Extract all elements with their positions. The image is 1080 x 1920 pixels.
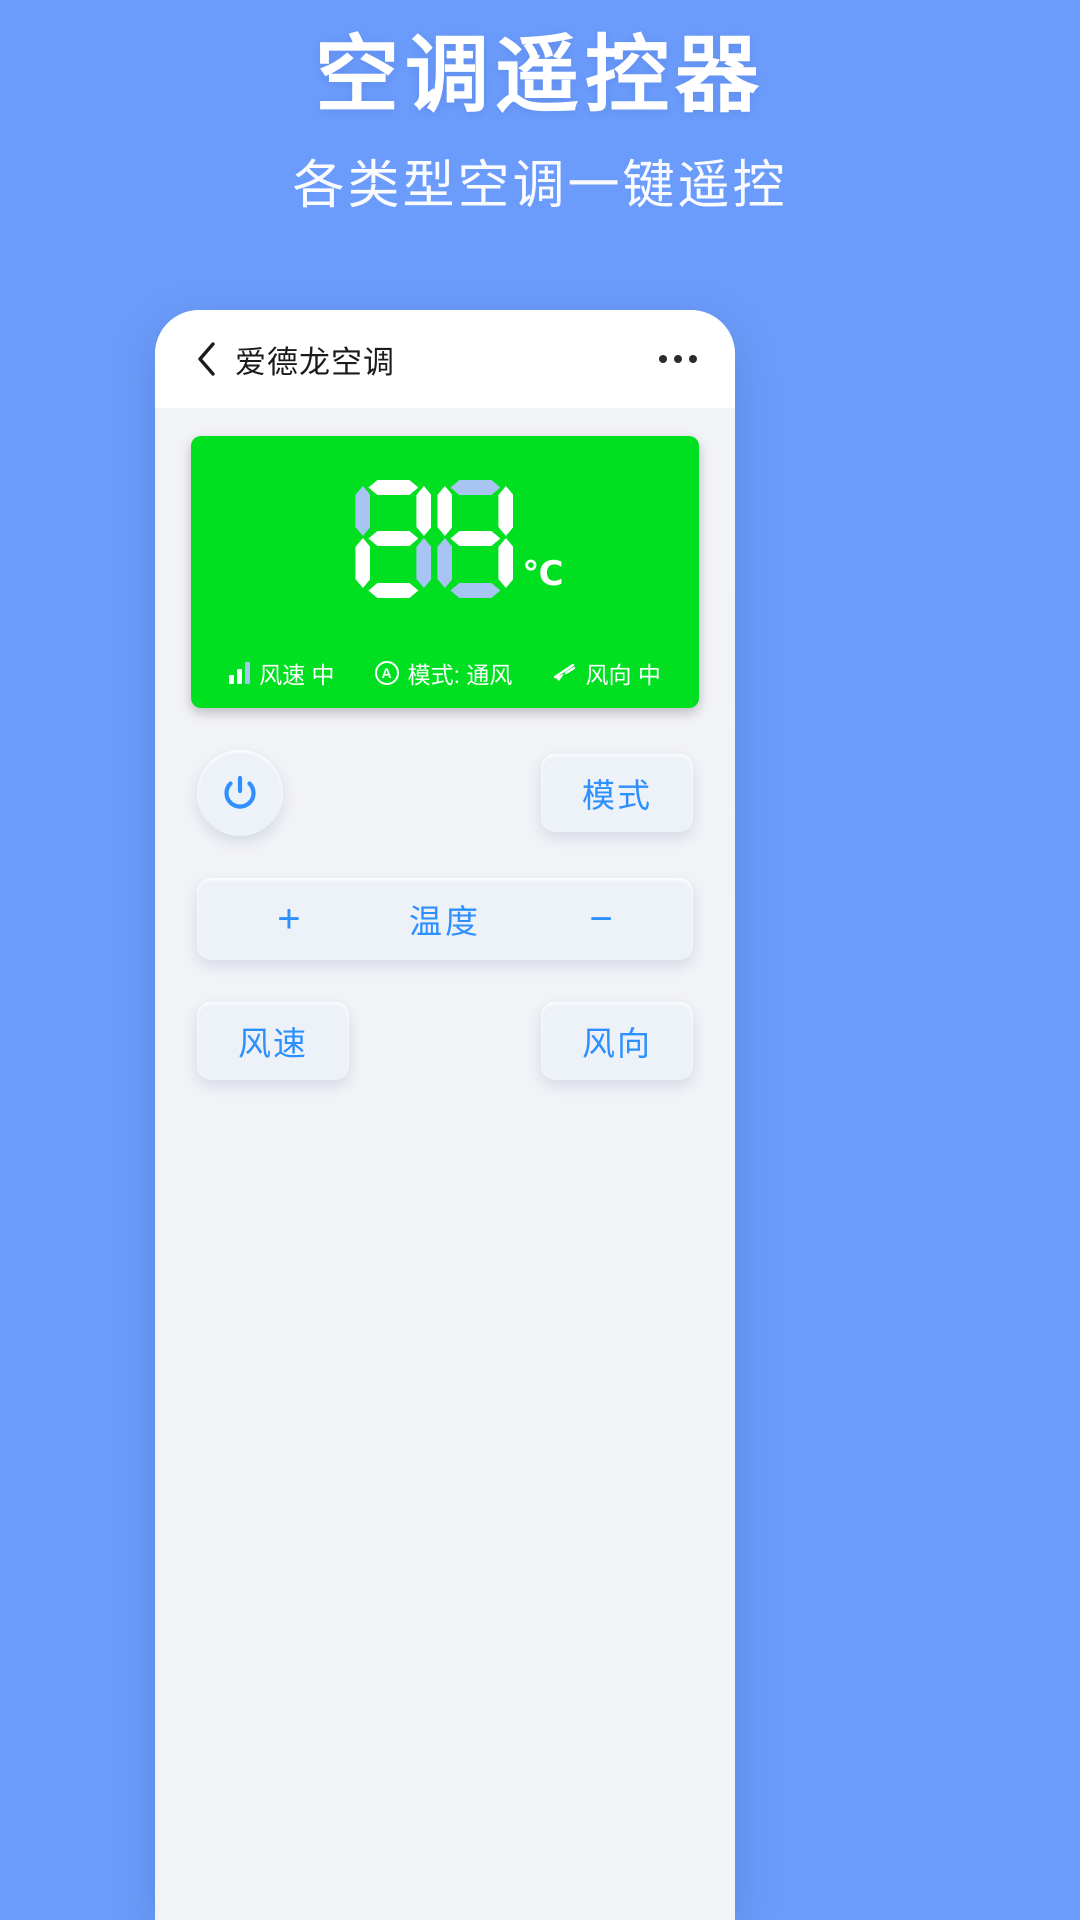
lcd-display: ℃ 风速 中 A 模式: 通风 风向 中 xyxy=(191,436,699,708)
seven-segment-digit xyxy=(355,480,431,598)
temperature-increase-button[interactable]: + xyxy=(277,897,300,942)
temperature-label: 温度 xyxy=(408,903,481,940)
swing-arrow-icon xyxy=(553,663,577,683)
lcd-status-bar: 风速 中 A 模式: 通风 风向 中 xyxy=(191,656,699,690)
seven-segment-digit xyxy=(437,480,513,598)
power-button[interactable] xyxy=(197,750,283,836)
chevron-left-icon[interactable] xyxy=(189,342,223,376)
temperature-unit: ℃ xyxy=(522,555,564,593)
app-navbar: 爱德龙空调 xyxy=(155,310,735,408)
page-subtitle: 各类型空调一键遥控 xyxy=(292,157,788,216)
status-fan-speed: 风速 中 xyxy=(229,656,334,690)
status-mode: A 模式: 通风 xyxy=(374,656,513,690)
status-fan-speed-label: 风速 中 xyxy=(259,662,335,688)
power-icon xyxy=(224,775,256,809)
fan-speed-button[interactable]: 风速 xyxy=(197,1002,349,1080)
status-wind-direction: 风向 中 xyxy=(553,656,661,690)
phone-side-button-power xyxy=(728,822,735,894)
temperature-decrease-button[interactable]: − xyxy=(589,897,612,942)
temperature-readout: ℃ xyxy=(191,480,699,598)
controls-row-fan-wind: 风速 风向 xyxy=(197,1002,693,1080)
phone-side-button-volume-up xyxy=(728,595,735,699)
signal-bars-icon xyxy=(229,662,251,684)
controls-row-temperature: + 温度 − xyxy=(197,878,693,960)
phone-mockup: 爱德龙空调 ℃ 风速 中 A 模式: 通风 风向 中 模式 + 温度 − 风速 … xyxy=(155,310,735,1920)
auto-circle-icon: A xyxy=(374,661,399,685)
page-title: 空调遥控器 xyxy=(314,28,765,122)
remote-controls: 模式 + 温度 − 风速 风向 xyxy=(191,750,699,1080)
nav-title: 爱德龙空调 xyxy=(235,344,395,380)
more-horizontal-icon[interactable] xyxy=(655,345,701,373)
status-mode-label: 模式: 通风 xyxy=(407,662,513,688)
wind-direction-button[interactable]: 风向 xyxy=(541,1002,693,1080)
phone-side-button-volume-down xyxy=(728,730,735,802)
temperature-stepper[interactable]: + 温度 − xyxy=(197,878,693,960)
mode-button[interactable]: 模式 xyxy=(541,754,693,832)
controls-row-power-mode: 模式 xyxy=(197,750,693,836)
status-wind-direction-label: 风向 中 xyxy=(585,662,661,688)
promo-header: 空调遥控器 各类型空调一键遥控 xyxy=(0,0,1080,218)
app-screen: ℃ 风速 中 A 模式: 通风 风向 中 模式 + 温度 − 风速 风向 xyxy=(155,408,735,1920)
